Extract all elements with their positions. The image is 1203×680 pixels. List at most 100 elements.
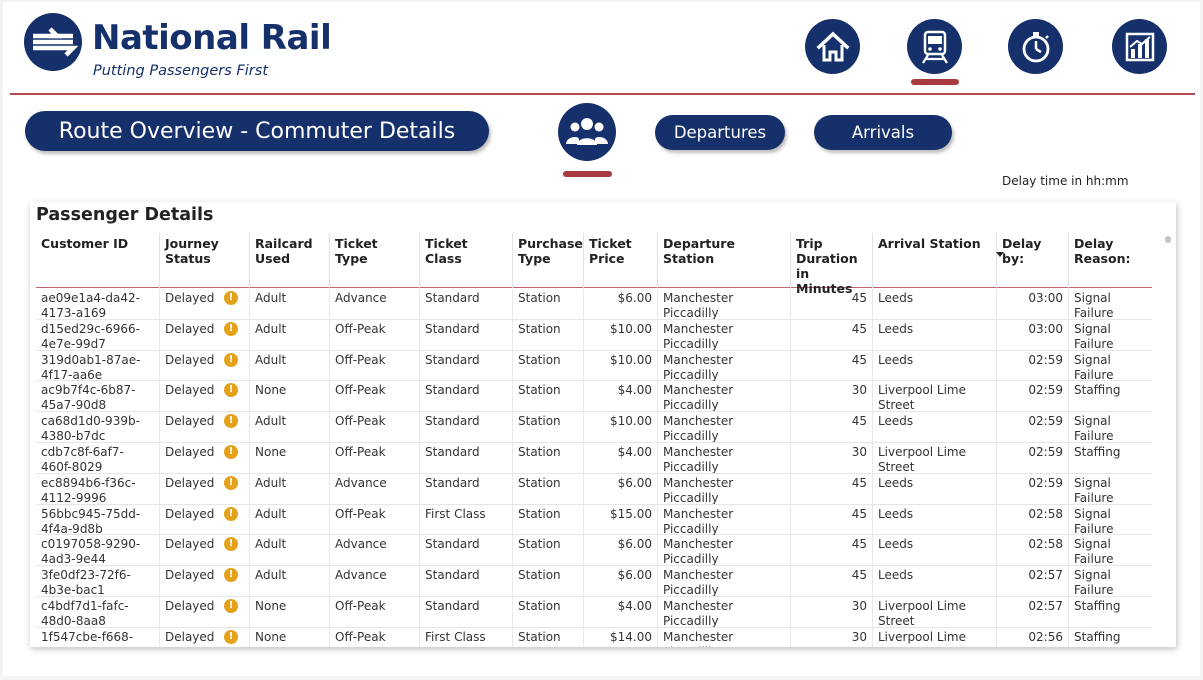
cell-arrival-station: Leeds bbox=[872, 350, 996, 381]
cell-delay-by: 02:59 bbox=[996, 442, 1068, 473]
column-header-arrival-station[interactable]: Arrival Station bbox=[872, 233, 996, 288]
cell-ticket-type: Advance bbox=[329, 535, 419, 566]
table-header: Customer ID Journey Status Railcard Used Ti… bbox=[36, 233, 1152, 296]
cell-trip-duration: 45 bbox=[790, 319, 872, 350]
table-row[interactable]: 319d0ab1-87ae-4f17-aa6e Delayed Adult Off-P… bbox=[36, 350, 1152, 382]
cell-purchase-type: Station bbox=[512, 473, 583, 504]
delay-warning-icon: ! bbox=[224, 444, 238, 459]
column-header-delay-reason[interactable]: Delay Reason: bbox=[1068, 233, 1152, 288]
cell-customer-id: 319d0ab1-87ae-4f17-aa6e bbox=[41, 352, 141, 381]
cell-ticket-class: First Class bbox=[419, 627, 512, 647]
cell-delay-by: 03:00 bbox=[996, 289, 1068, 319]
cell-purchase-type: Station bbox=[512, 350, 583, 381]
cell-railcard-used: Adult bbox=[249, 319, 329, 350]
cell-delay-reason: Staffing bbox=[1068, 627, 1152, 647]
table-row[interactable]: cdb7c8f-6af7-460f-8029 Delayed None Off-Pea… bbox=[36, 442, 1152, 474]
cell-ticket-class: Standard bbox=[419, 442, 512, 473]
table-row[interactable]: 3fe0df23-72f6-4b3e-bac1 Delayed Adult Advan… bbox=[36, 566, 1152, 597]
cell-railcard-used: Adult bbox=[249, 412, 329, 443]
cell-railcard-used: None bbox=[249, 596, 329, 627]
table-row[interactable]: ac9b7f4c-6b87-45a7-90d8 Delayed None Off-Pe… bbox=[36, 381, 1152, 413]
cell-delay-reason: Signal Failure bbox=[1068, 350, 1152, 381]
cell-delay-by: 03:00 bbox=[996, 319, 1068, 350]
cell-arrival-station: Leeds bbox=[872, 535, 996, 566]
departures-button[interactable]: Departures bbox=[655, 115, 785, 150]
cell-ticket-price: $4.00 bbox=[583, 442, 657, 473]
cell-arrival-station: Liverpool Lime Street bbox=[872, 381, 996, 412]
cell-railcard-used: None bbox=[249, 627, 329, 647]
cell-delay-by: 02:57 bbox=[996, 566, 1068, 597]
table-row[interactable]: 56bbc945-75dd-4f4a-9d8b Delayed Adult Off-P… bbox=[36, 504, 1152, 536]
cell-delay-by: 02:59 bbox=[996, 473, 1068, 504]
cell-delay-reason: Signal Failure bbox=[1068, 473, 1152, 504]
column-header-customer-id[interactable]: Customer ID bbox=[36, 233, 159, 288]
column-header-journey-status[interactable]: Journey Status bbox=[159, 233, 249, 288]
cell-arrival-station: Liverpool Lime bbox=[872, 627, 996, 647]
cell-arrival-station: Liverpool Lime Street bbox=[872, 442, 996, 473]
column-header-ticket-type[interactable]: Ticket Type bbox=[329, 233, 419, 288]
table-row[interactable]: ca68d1d0-939b-4380-b7dc Delayed Adult Off-P… bbox=[36, 412, 1152, 443]
cell-railcard-used: Adult bbox=[249, 504, 329, 535]
cell-arrival-station: Leeds bbox=[872, 319, 996, 350]
cell-ticket-class: Standard bbox=[419, 535, 512, 566]
page-title: Route Overview - Commuter Details bbox=[25, 111, 489, 151]
cell-delay-by: 02:59 bbox=[996, 381, 1068, 412]
column-header-trip-duration[interactable]: Trip Duration in Minutes bbox=[790, 233, 872, 296]
cell-railcard-used: None bbox=[249, 381, 329, 412]
table-row[interactable]: ec8894b6-f36c-4112-9996 Delayed Adult Advan… bbox=[36, 473, 1152, 505]
cell-ticket-class: Standard bbox=[419, 319, 512, 350]
table-row[interactable]: c4bdf7d1-fafc-48d0-8aa8 Delayed None Off-Pe… bbox=[36, 596, 1152, 628]
cell-arrival-station: Leeds bbox=[872, 412, 996, 443]
cell-delay-reason: Staffing bbox=[1068, 596, 1152, 627]
column-header-departure-station[interactable]: Departure Station bbox=[657, 233, 790, 288]
commuter-details-button[interactable] bbox=[558, 103, 616, 161]
cell-departure-station: Manchester Piccadilly bbox=[657, 442, 790, 473]
cell-departure-station: Manchester Piccadilly bbox=[657, 627, 790, 647]
cell-customer-id: ca68d1d0-939b-4380-b7dc bbox=[41, 414, 140, 443]
cell-purchase-type: Station bbox=[512, 596, 583, 627]
brand-tagline: Putting Passengers First bbox=[93, 63, 269, 79]
cell-ticket-price: $15.00 bbox=[583, 504, 657, 535]
table-row[interactable]: c0197058-9290-4ad3-9e44 Delayed Adult Advan… bbox=[36, 535, 1152, 567]
nav-home-button[interactable] bbox=[805, 19, 860, 74]
cell-trip-duration: 45 bbox=[790, 504, 872, 535]
cell-departure-station: Manchester Piccadilly bbox=[657, 319, 790, 350]
delay-warning-icon: ! bbox=[224, 321, 238, 336]
cell-trip-duration: 45 bbox=[790, 289, 872, 319]
cell-delay-by: 02:58 bbox=[996, 535, 1068, 566]
cell-customer-id: ac9b7f4c-6b87-45a7-90d8 bbox=[41, 383, 136, 412]
cell-delay-reason: Signal Failure bbox=[1068, 535, 1152, 566]
table-body: ae09e1a4-da42-4173-a169 Delayed Adult Advan… bbox=[36, 289, 1152, 647]
table-row[interactable]: 1f547cbe-f668- Delayed None Off-Peak First C… bbox=[36, 627, 1152, 647]
cell-ticket-class: Standard bbox=[419, 473, 512, 504]
cell-departure-station: Manchester Piccadilly bbox=[657, 381, 790, 412]
cell-delay-by: 02:56 bbox=[996, 627, 1068, 647]
cell-ticket-type: Off-Peak bbox=[329, 319, 419, 350]
cell-ticket-type: Advance bbox=[329, 566, 419, 597]
cell-arrival-station: Leeds bbox=[872, 289, 996, 319]
vertical-scrollbar[interactable] bbox=[1165, 236, 1171, 243]
sort-descending-icon[interactable] bbox=[996, 252, 1004, 257]
arrivals-button[interactable]: Arrivals bbox=[814, 115, 952, 150]
column-header-ticket-class[interactable]: Ticket Class bbox=[419, 233, 512, 288]
cell-ticket-type: Advance bbox=[329, 473, 419, 504]
cell-ticket-type: Off-Peak bbox=[329, 504, 419, 535]
nav-chart-button[interactable] bbox=[1112, 19, 1167, 74]
column-header-delay-by[interactable]: Delay by: bbox=[996, 233, 1068, 288]
cell-departure-station: Manchester Piccadilly bbox=[657, 535, 790, 566]
cell-ticket-type: Off-Peak bbox=[329, 627, 419, 647]
table-row[interactable]: ae09e1a4-da42-4173-a169 Delayed Adult Advan… bbox=[36, 289, 1152, 320]
cell-ticket-price: $6.00 bbox=[583, 535, 657, 566]
nav-stopwatch-button[interactable] bbox=[1008, 19, 1063, 74]
cell-delay-reason: Signal Failure bbox=[1068, 566, 1152, 597]
column-header-railcard-used[interactable]: Railcard Used bbox=[249, 233, 329, 288]
people-group-icon bbox=[566, 118, 608, 145]
cell-departure-station: Manchester Piccadilly bbox=[657, 596, 790, 627]
column-header-purchase-type[interactable]: Purchase Type bbox=[512, 233, 583, 288]
table-row[interactable]: d15ed29c-6966-4e7e-99d7 Delayed Adult Off-P… bbox=[36, 319, 1152, 351]
cell-ticket-type: Off-Peak bbox=[329, 381, 419, 412]
nav-train-button[interactable] bbox=[907, 19, 962, 74]
column-header-ticket-price[interactable]: Ticket Price bbox=[583, 233, 657, 288]
cell-departure-station: Manchester Piccadilly bbox=[657, 350, 790, 381]
brand-name: National Rail bbox=[92, 18, 332, 58]
